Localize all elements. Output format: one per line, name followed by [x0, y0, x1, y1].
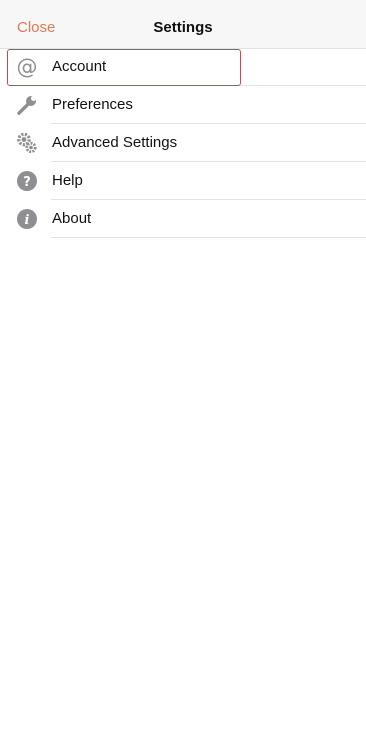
svg-text:?: ?: [23, 175, 31, 190]
navigation-bar: Close Settings: [0, 0, 366, 49]
svg-text:i: i: [25, 213, 30, 228]
menu-item-help[interactable]: ? Help: [0, 162, 366, 200]
settings-menu: @ Account Preferences Advanced Settings: [0, 48, 366, 238]
menu-item-preferences[interactable]: Preferences: [0, 86, 366, 124]
info-circle-icon: i: [16, 208, 38, 230]
menu-item-label: About: [52, 210, 92, 227]
at-sign-icon: @: [16, 56, 38, 78]
divider: [51, 237, 366, 238]
menu-item-advanced-settings[interactable]: Advanced Settings: [0, 124, 366, 162]
menu-item-label: Help: [52, 172, 83, 189]
menu-item-label: Account: [52, 58, 107, 75]
svg-text:@: @: [17, 56, 38, 78]
page-title: Settings: [153, 19, 213, 36]
help-circle-icon: ?: [16, 170, 38, 192]
menu-item-about[interactable]: i About: [0, 200, 366, 238]
wrench-icon: [16, 94, 38, 116]
gears-icon: [16, 132, 38, 154]
menu-item-account[interactable]: @ Account: [0, 48, 366, 86]
menu-item-label: Preferences: [52, 96, 133, 113]
menu-item-label: Advanced Settings: [52, 134, 178, 151]
